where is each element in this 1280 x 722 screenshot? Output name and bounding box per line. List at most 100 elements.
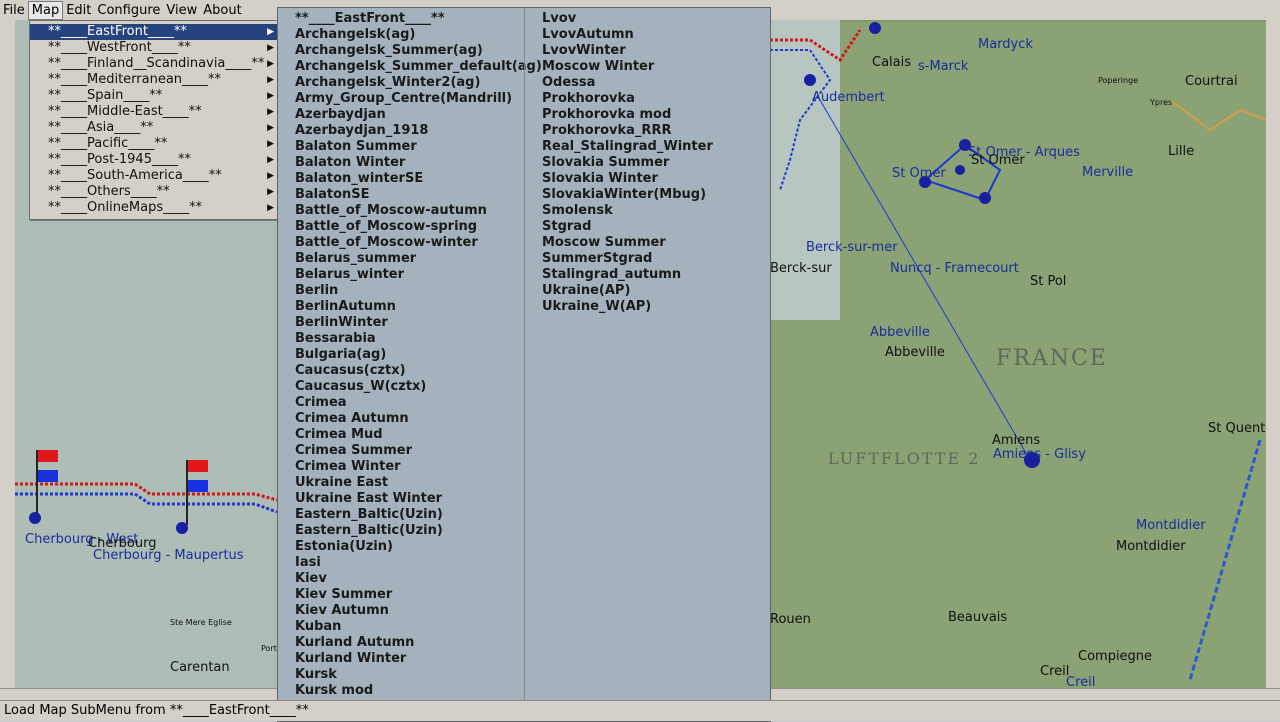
submenu-map-item[interactable]: Slovakia Summer	[525, 155, 771, 171]
submenu-map-item[interactable]: Archangelsk(ag)	[278, 27, 524, 43]
map-menu-item-south-america[interactable]: **____South-America____** ▶	[30, 168, 278, 184]
submenu-arrow-icon: ▶	[267, 155, 274, 165]
submenu-map-item[interactable]: LvovWinter	[525, 43, 771, 59]
vertical-scrollbar[interactable]	[1266, 20, 1280, 688]
submenu-map-item[interactable]: Crimea	[278, 395, 524, 411]
submenu-map-item[interactable]: Azerbaydjan_1918	[278, 123, 524, 139]
submenu-map-item[interactable]: Balaton Summer	[278, 139, 524, 155]
map-menu-item-others[interactable]: **____Others____** ▶	[30, 184, 278, 200]
map-menu-item-spain[interactable]: **____Spain____** ▶	[30, 88, 278, 104]
map-menu-item-eastfront[interactable]: **____EastFront____** ▶	[30, 24, 278, 40]
submenu-map-item[interactable]: Prokhorovka_RRR	[525, 123, 771, 139]
map-label-compiegne: Compiegne	[1078, 649, 1153, 664]
map-menu-item-pacific[interactable]: **____Pacific____** ▶	[30, 136, 278, 152]
submenu-map-item[interactable]: Crimea Summer	[278, 443, 524, 459]
submenu-map-item[interactable]: Odessa	[525, 75, 771, 91]
submenu-map-item[interactable]: **____EastFront____**	[278, 11, 524, 27]
map-label-france: FRANCE	[996, 346, 1108, 371]
submenu-map-item[interactable]: Bulgaria(ag)	[278, 347, 524, 363]
submenu-map-item[interactable]: Archangelsk_Summer_default(ag)	[278, 59, 542, 75]
submenu-map-item[interactable]: Caucasus(cztx)	[278, 363, 524, 379]
submenu-map-item[interactable]: Crimea Mud	[278, 427, 524, 443]
submenu-map-item[interactable]: Ukraine(AP)	[525, 283, 771, 299]
submenu-map-item[interactable]: Crimea Winter	[278, 459, 524, 475]
front-line-red	[770, 29, 862, 63]
map-label-ste-mere: Ste Mere Eglise	[170, 618, 232, 627]
submenu-map-item[interactable]: Slovakia Winter	[525, 171, 771, 187]
menu-edit[interactable]: Edit	[63, 1, 94, 20]
submenu-map-item[interactable]: Ukraine_W(AP)	[525, 299, 771, 315]
menu-map[interactable]: Map	[27, 0, 64, 20]
submenu-map-item[interactable]: Battle_of_Moscow-autumn	[278, 203, 524, 219]
menu-view[interactable]: View	[163, 1, 200, 20]
map-label-cherbourg-maupertus: Cherbourg - Maupertus	[93, 548, 244, 563]
submenu-map-item[interactable]: Battle_of_Moscow-spring	[278, 219, 524, 235]
submenu-map-item[interactable]: Bessarabia	[278, 331, 524, 347]
menu-configure[interactable]: Configure	[94, 1, 163, 20]
submenu-map-item[interactable]: Moscow Summer	[525, 235, 771, 251]
submenu-map-item[interactable]: Iasi	[278, 555, 524, 571]
submenu-map-item[interactable]: Battle_of_Moscow-winter	[278, 235, 524, 251]
submenu-map-item[interactable]: Kiev	[278, 571, 524, 587]
map-menu-item-middle-east[interactable]: **____Middle-East____** ▶	[30, 104, 278, 120]
submenu-map-item[interactable]: Lvov	[525, 11, 771, 27]
submenu-map-item[interactable]: Belarus_winter	[278, 267, 524, 283]
front-line-red	[15, 482, 277, 502]
map-label-st-omer: St Omer	[892, 166, 946, 181]
submenu-map-item[interactable]: BerlinWinter	[278, 315, 524, 331]
submenu-map-item[interactable]: Ukraine East	[278, 475, 524, 491]
submenu-map-item[interactable]: Archangelsk_Summer(ag)	[278, 43, 524, 59]
front-line-blue	[15, 492, 277, 514]
menu-file[interactable]: File	[0, 1, 28, 20]
menu-about[interactable]: About	[200, 1, 244, 20]
submenu-map-item[interactable]: Kiev Summer	[278, 587, 524, 603]
submenu-map-item[interactable]: Stgrad	[525, 219, 771, 235]
map-menu-item-mediterranean[interactable]: **____Mediterranean____** ▶	[30, 72, 278, 88]
map-menu-item-westfront[interactable]: **____WestFront____** ▶	[30, 40, 278, 56]
map-label-st-pol: St Pol	[1030, 274, 1067, 289]
submenu-arrow-icon: ▶	[267, 91, 274, 101]
map-menu-item-asia[interactable]: **____Asia____** ▶	[30, 120, 278, 136]
map-menu-item-finland[interactable]: **____Finland__Scandinavia____** ▶	[30, 56, 278, 72]
map-label-beauvais: Beauvais	[948, 610, 1008, 625]
submenu-map-item[interactable]: Caucasus_W(cztx)	[278, 379, 524, 395]
submenu-arrow-icon: ▶	[267, 171, 274, 181]
submenu-map-item[interactable]: Ukraine East Winter	[278, 491, 524, 507]
submenu-map-item[interactable]: Army_Group_Centre(Mandrill)	[278, 91, 524, 107]
submenu-map-item[interactable]: SlovakiaWinter(Mbug)	[525, 187, 771, 203]
flag-red-icon	[188, 460, 208, 472]
submenu-map-item[interactable]: Archangelsk_Winter2(ag)	[278, 75, 524, 91]
submenu-map-item[interactable]: Kurland Winter	[278, 651, 524, 667]
submenu-map-item[interactable]: Smolensk	[525, 203, 771, 219]
submenu-map-item[interactable]: Eastern_Baltic(Uzin)	[278, 523, 524, 539]
map-label-nuncq: Nuncq - Framecourt	[890, 261, 1019, 276]
submenu-map-item[interactable]: Kursk mod	[278, 683, 524, 699]
submenu-map-item[interactable]: Prokhorovka	[525, 91, 771, 107]
submenu-map-item[interactable]: Kurland Autumn	[278, 635, 524, 651]
map-label-courtrai: Courtrai	[1185, 74, 1238, 89]
submenu-map-item[interactable]: Kuban	[278, 619, 524, 635]
submenu-map-item[interactable]: Prokhorovka mod	[525, 107, 771, 123]
map-label-creil: Creil	[1040, 664, 1070, 679]
submenu-map-item[interactable]: Balaton_winterSE	[278, 171, 524, 187]
submenu-map-item[interactable]: Moscow Winter	[525, 59, 771, 75]
submenu-map-item[interactable]: BalatonSE	[278, 187, 524, 203]
submenu-map-item[interactable]: Kursk	[278, 667, 524, 683]
submenu-map-item[interactable]: Eastern_Baltic(Uzin)	[278, 507, 524, 523]
submenu-map-item[interactable]: Belarus_summer	[278, 251, 524, 267]
map-menu-item-post-1945[interactable]: **____Post-1945____** ▶	[30, 152, 278, 168]
map-menu-item-onlinemaps[interactable]: **____OnlineMaps____** ▶	[30, 200, 278, 216]
submenu-map-item[interactable]: Estonia(Uzin)	[278, 539, 524, 555]
submenu-map-item[interactable]: Stalingrad_autumn	[525, 267, 771, 283]
submenu-map-item[interactable]: Balaton Winter	[278, 155, 524, 171]
submenu-map-item[interactable]: Berlin	[278, 283, 524, 299]
submenu-map-item[interactable]: LvovAutumn	[525, 27, 771, 43]
left-panel-edge	[0, 20, 15, 688]
submenu-map-item[interactable]: Real_Stalingrad_Winter	[525, 139, 771, 155]
submenu-map-item[interactable]: Azerbaydjan	[278, 107, 524, 123]
submenu-map-item[interactable]: Kiev Autumn	[278, 603, 524, 619]
submenu-map-item[interactable]: BerlinAutumn	[278, 299, 524, 315]
submenu-map-item[interactable]: SummerStgrad	[525, 251, 771, 267]
submenu-map-item[interactable]: Crimea Autumn	[278, 411, 524, 427]
map-label-merville: Merville	[1082, 165, 1134, 180]
